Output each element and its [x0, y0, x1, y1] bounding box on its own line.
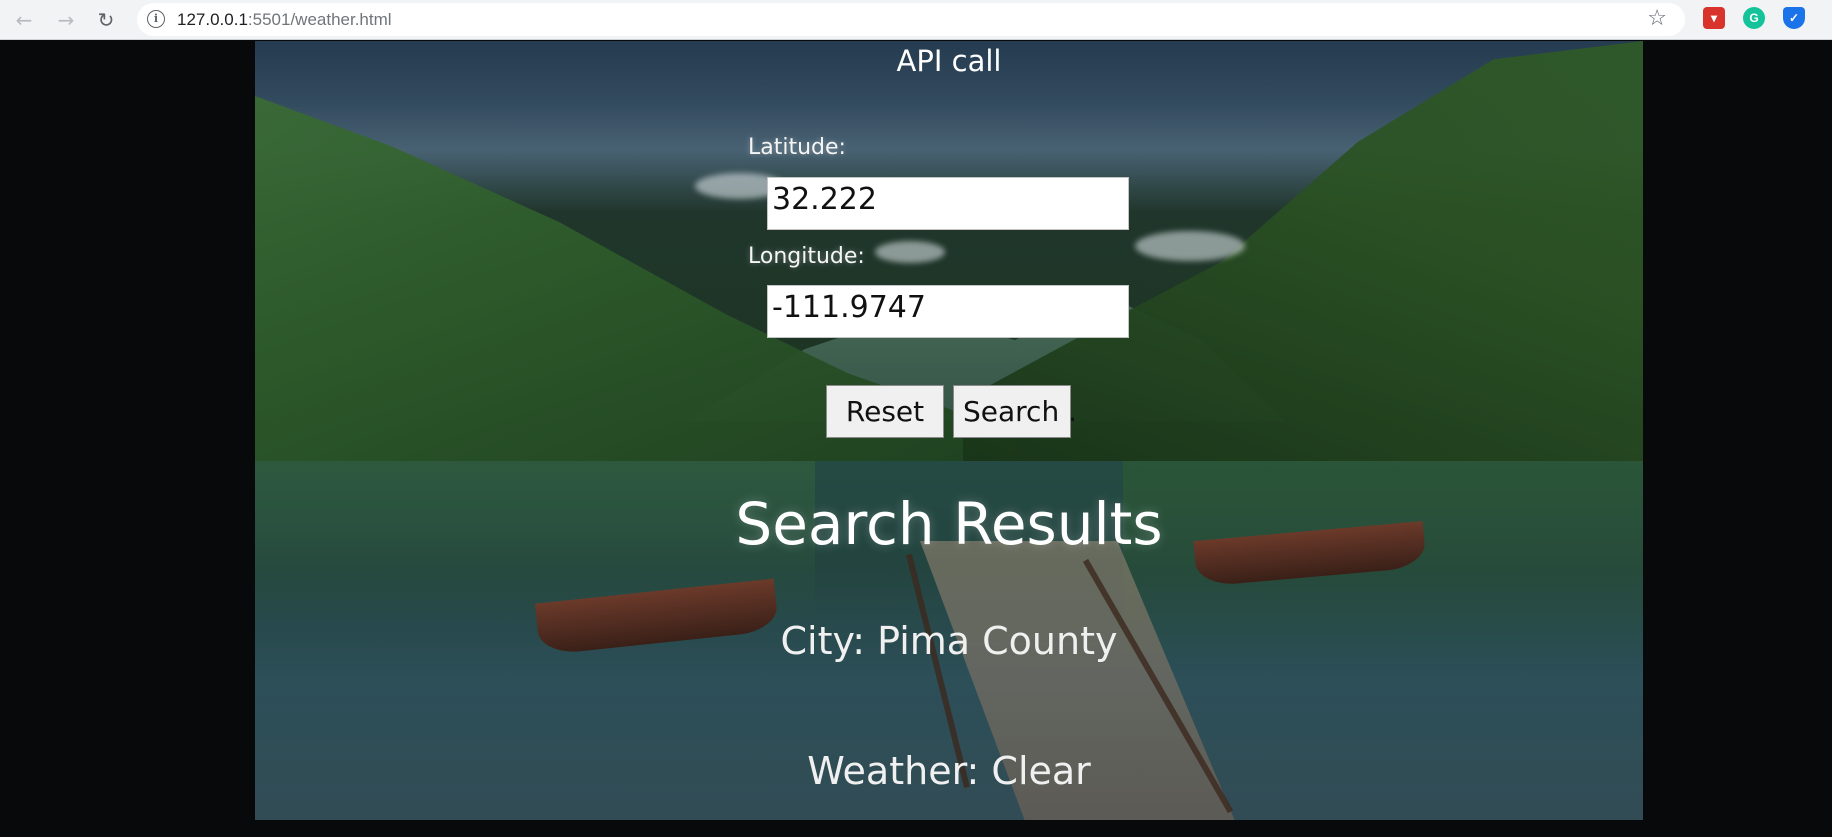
extension-pocket-icon[interactable]: ▾: [1703, 7, 1725, 29]
city-result: City: Pima County: [780, 619, 1118, 663]
reset-button[interactable]: Reset: [826, 385, 944, 438]
reload-icon[interactable]: ↻: [92, 6, 120, 34]
weather-app: API call Latitude: 32.222 Longitude: -11…: [255, 41, 1643, 820]
bookmark-star-icon[interactable]: ☆: [1647, 6, 1667, 31]
site-info-icon[interactable]: i: [147, 10, 165, 28]
search-results-heading: Search Results: [735, 490, 1163, 558]
url-path: :5501/weather.html: [247, 10, 392, 29]
longitude-input[interactable]: -111.9747: [767, 285, 1129, 338]
extension-grammarly-icon[interactable]: G: [1743, 7, 1765, 29]
search-button[interactable]: Search .: [953, 385, 1077, 438]
address-bar[interactable]: i 127.0.0.1:5501/weather.html ☆: [137, 3, 1685, 36]
url-host: 127.0.0.1: [177, 10, 248, 29]
forward-icon[interactable]: →: [52, 6, 80, 34]
longitude-label: Longitude:: [748, 244, 865, 269]
latitude-input[interactable]: 32.222: [767, 177, 1129, 230]
page-title: API call: [896, 44, 1002, 78]
url-text[interactable]: 127.0.0.1:5501/weather.html: [177, 10, 392, 30]
extension-shield-icon[interactable]: ✓: [1783, 7, 1805, 29]
latitude-label: Latitude:: [748, 135, 846, 160]
page-viewport: API call Latitude: 32.222 Longitude: -11…: [0, 41, 1832, 837]
weather-result: Weather: Clear: [807, 749, 1091, 793]
browser-toolbar: ← → ↻ i 127.0.0.1:5501/weather.html ☆ ▾ …: [0, 0, 1832, 40]
back-icon[interactable]: ←: [10, 6, 38, 34]
